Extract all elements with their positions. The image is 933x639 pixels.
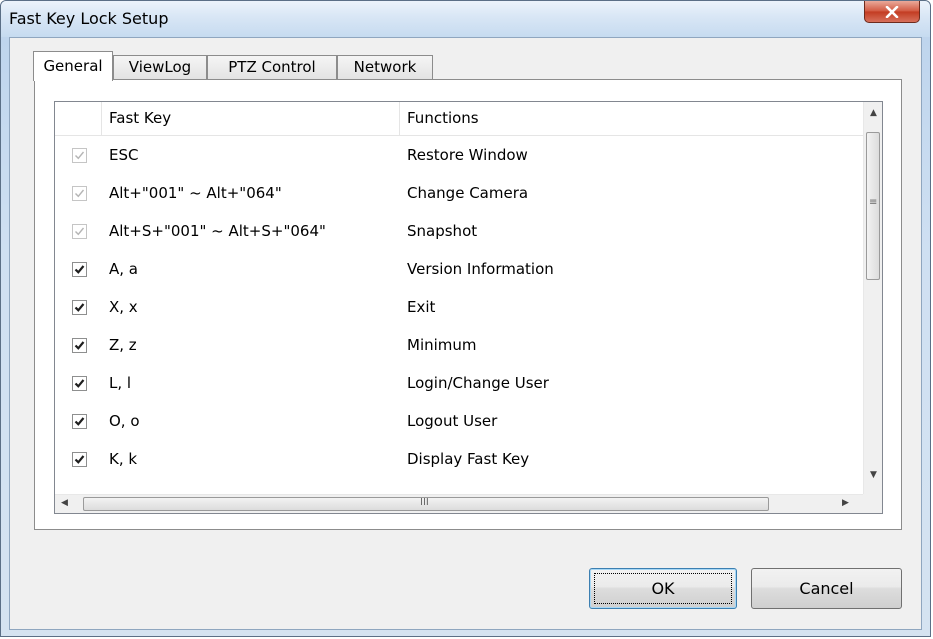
check-icon bbox=[75, 189, 85, 198]
tab-general-label: General bbox=[43, 57, 103, 75]
check-icon bbox=[74, 455, 85, 464]
horizontal-scroll-thumb[interactable]: III bbox=[83, 497, 769, 511]
fast-key-cell: X, x bbox=[109, 298, 138, 316]
check-icon bbox=[75, 227, 85, 236]
fast-key-cell: Alt+S+"001" ~ Alt+S+"064" bbox=[109, 222, 326, 240]
row-checkbox[interactable] bbox=[72, 338, 87, 353]
ok-button[interactable]: OK bbox=[589, 568, 737, 609]
tab-network-label: Network bbox=[353, 58, 417, 76]
cancel-button-label: Cancel bbox=[799, 579, 854, 598]
check-icon bbox=[74, 341, 85, 350]
close-icon bbox=[885, 5, 899, 18]
function-cell: Display Fast Key bbox=[407, 450, 530, 468]
scroll-up-icon[interactable]: ▲ bbox=[864, 108, 882, 118]
header-check-column[interactable] bbox=[55, 102, 101, 135]
grip-icon: ≡ bbox=[869, 197, 878, 208]
window-title: Fast Key Lock Setup bbox=[9, 9, 169, 28]
fast-key-cell: L, l bbox=[109, 374, 132, 392]
scroll-left-icon[interactable]: ◀ bbox=[55, 498, 74, 508]
row-checkbox[interactable] bbox=[72, 262, 87, 277]
vertical-scroll-thumb[interactable]: ≡ bbox=[866, 132, 880, 280]
fast-key-list[interactable]: Fast Key Functions ESC Restore Window Alt+… bbox=[54, 101, 883, 514]
scrollbar-corner bbox=[863, 494, 882, 513]
tab-viewlog[interactable]: ViewLog bbox=[113, 55, 207, 79]
close-button[interactable] bbox=[864, 1, 920, 23]
cancel-button[interactable]: Cancel bbox=[751, 568, 902, 609]
dialog-window: Fast Key Lock Setup General ViewLog PTZ … bbox=[0, 0, 931, 637]
table-row[interactable]: X, x Exit bbox=[55, 288, 863, 326]
function-cell: Version Information bbox=[407, 260, 554, 278]
horizontal-scrollbar[interactable]: ◀ III ▶ bbox=[55, 494, 863, 513]
row-checkbox[interactable] bbox=[72, 414, 87, 429]
table-row[interactable]: Z, z Minimum bbox=[55, 326, 863, 364]
scroll-right-icon[interactable]: ▶ bbox=[836, 498, 855, 508]
table-row[interactable]: L, l Login/Change User bbox=[55, 364, 863, 402]
table-row[interactable]: K, k Display Fast Key bbox=[55, 440, 863, 478]
fast-key-cell: ESC bbox=[109, 146, 139, 164]
function-cell: Snapshot bbox=[407, 222, 478, 240]
title-bar[interactable]: Fast Key Lock Setup bbox=[1, 1, 930, 37]
check-icon bbox=[75, 151, 85, 160]
row-checkbox bbox=[72, 186, 87, 201]
table-row[interactable]: Alt+S+"001" ~ Alt+S+"064" Snapshot bbox=[55, 212, 863, 250]
table-row[interactable]: Alt+"001" ~ Alt+"064" Change Camera bbox=[55, 174, 863, 212]
tab-ptz-control[interactable]: PTZ Control bbox=[207, 55, 337, 79]
row-checkbox[interactable] bbox=[72, 452, 87, 467]
function-cell: Logout User bbox=[407, 412, 498, 430]
focus-rectangle bbox=[594, 573, 732, 604]
tab-network[interactable]: Network bbox=[337, 55, 433, 79]
list-header: Fast Key Functions bbox=[55, 102, 863, 136]
header-fast-key[interactable]: Fast Key bbox=[101, 102, 399, 135]
header-functions[interactable]: Functions bbox=[399, 102, 863, 135]
table-row[interactable]: A, a Version Information bbox=[55, 250, 863, 288]
check-icon bbox=[74, 265, 85, 274]
list-rows: ESC Restore Window Alt+"001" ~ Alt+"064" Ch… bbox=[55, 136, 863, 496]
function-cell: Login/Change User bbox=[407, 374, 549, 392]
row-checkbox[interactable] bbox=[72, 300, 87, 315]
scroll-down-icon[interactable]: ▼ bbox=[864, 470, 882, 480]
vertical-scrollbar[interactable]: ▲ ≡ ▼ bbox=[863, 102, 882, 495]
row-checkbox[interactable] bbox=[72, 376, 87, 391]
fast-key-cell: Alt+"001" ~ Alt+"064" bbox=[109, 184, 282, 202]
function-cell: Exit bbox=[407, 298, 436, 316]
check-icon bbox=[74, 379, 85, 388]
function-cell: Restore Window bbox=[407, 146, 528, 164]
grip-icon: III bbox=[420, 497, 429, 508]
tab-panel-general: Fast Key Functions ESC Restore Window Alt+… bbox=[34, 79, 902, 530]
check-icon bbox=[74, 417, 85, 426]
fast-key-cell: Z, z bbox=[109, 336, 137, 354]
function-cell: Change Camera bbox=[407, 184, 529, 202]
fast-key-cell: K, k bbox=[109, 450, 138, 468]
row-checkbox bbox=[72, 148, 87, 163]
check-icon bbox=[74, 303, 85, 312]
table-row[interactable]: O, o Logout User bbox=[55, 402, 863, 440]
tab-general[interactable]: General bbox=[33, 51, 113, 81]
tab-viewlog-label: ViewLog bbox=[128, 58, 192, 76]
function-cell: Minimum bbox=[407, 336, 477, 354]
table-row[interactable]: ESC Restore Window bbox=[55, 136, 863, 174]
fast-key-cell: O, o bbox=[109, 412, 140, 430]
row-checkbox bbox=[72, 224, 87, 239]
tab-ptz-control-label: PTZ Control bbox=[228, 58, 316, 76]
fast-key-cell: A, a bbox=[109, 260, 138, 278]
